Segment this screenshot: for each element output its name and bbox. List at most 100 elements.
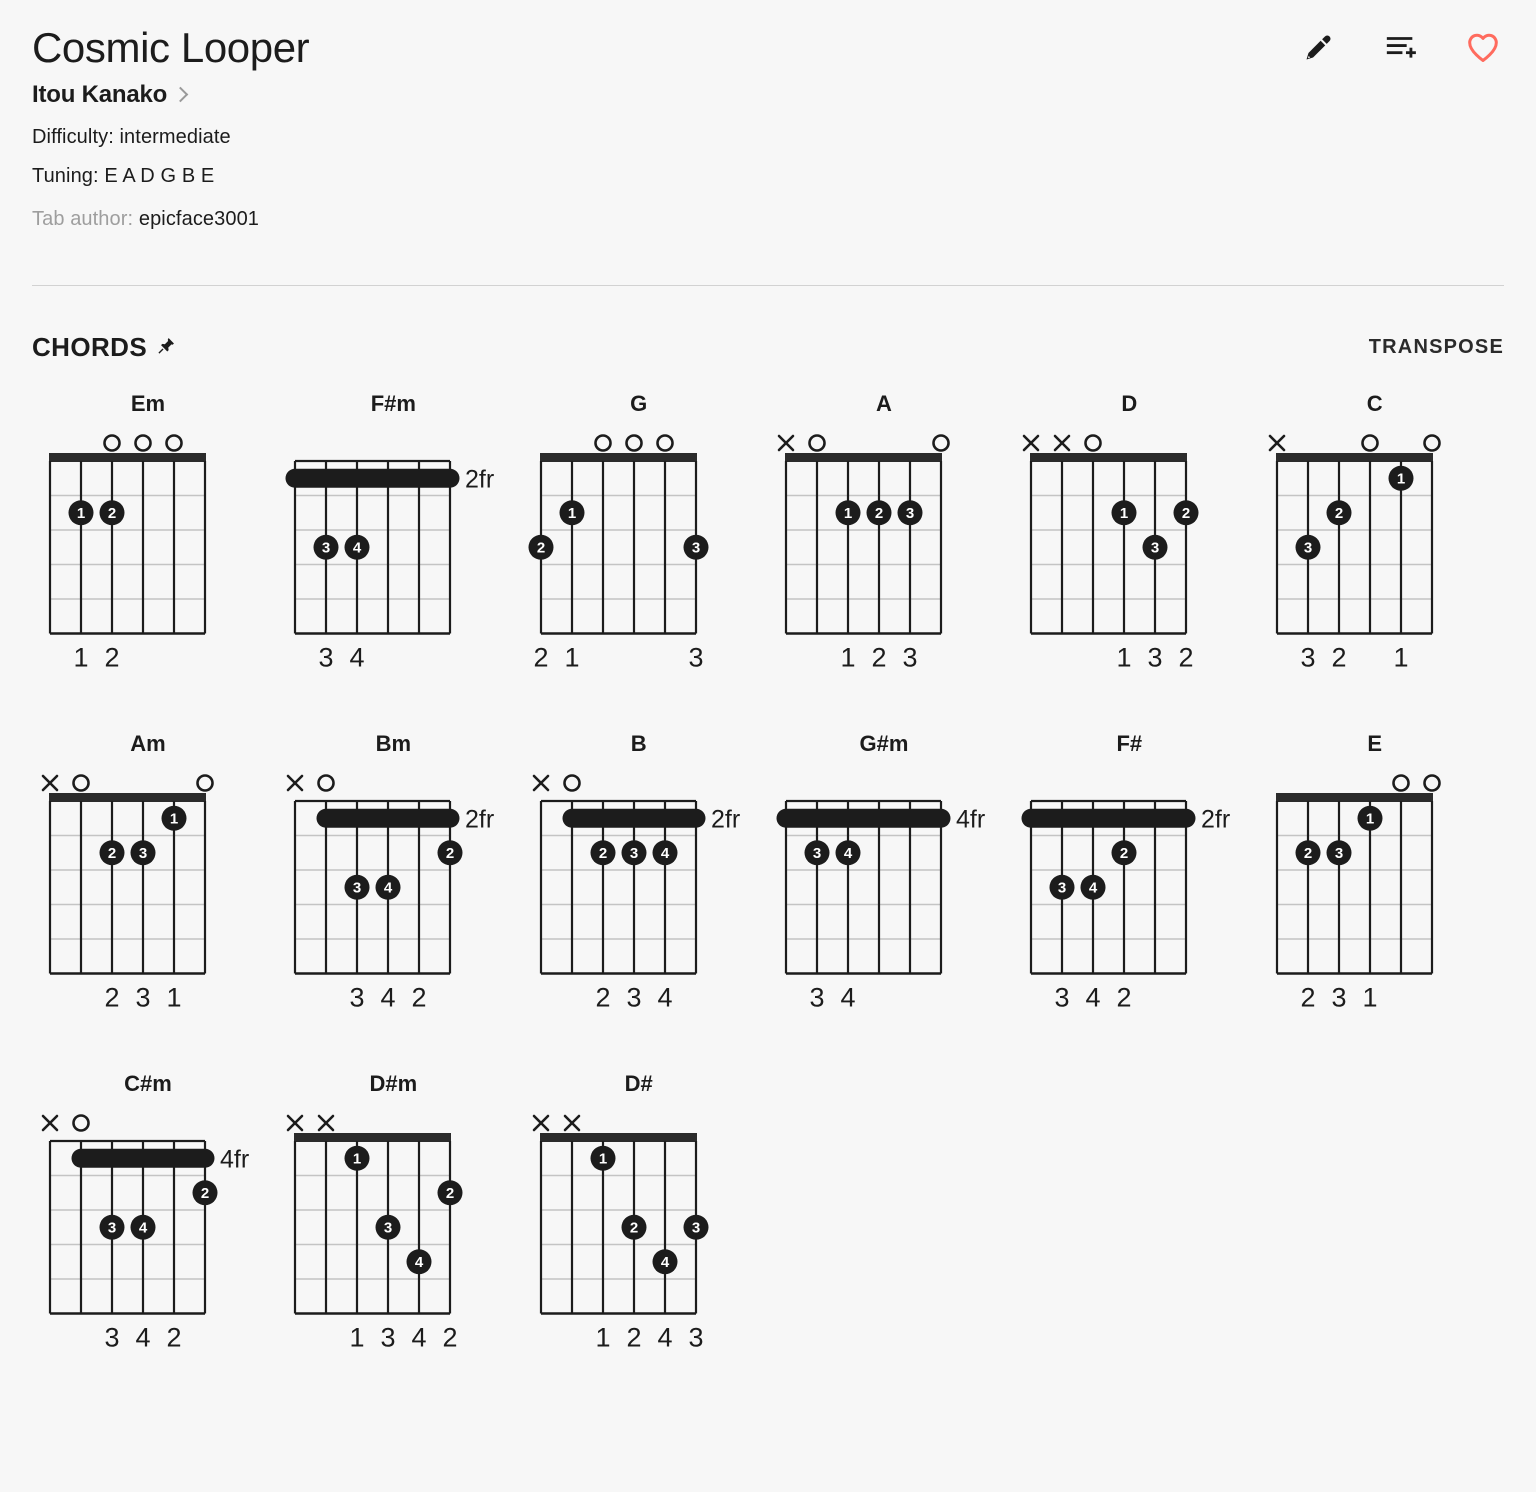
chord-name: A [876,391,892,417]
chord-diagram-fsharp[interactable]: F# 2 3 4 2fr 3 4 2 [1013,729,1258,1069]
chord-name: D# [624,1071,653,1097]
finger-number: 3 [1334,845,1342,862]
finger-dot: 2 [590,840,616,866]
chord-diagram-c[interactable]: C123321 [1259,389,1504,729]
fingering-label: 3 [626,983,641,1013]
finger-number: 2 [629,1220,637,1237]
fingering-label: 2 [104,983,119,1013]
chord-diagram-fsharpm[interactable]: F#m 3 4 2fr 3 4 [277,389,522,729]
finger-number: 3 [1303,540,1311,557]
finger-dot: 2 [99,500,125,526]
finger-dot: 2 [1326,500,1352,526]
chord-diagram-d[interactable]: D123132 [1013,389,1258,729]
chord-diagram-grid: Em 1 2 1 2 F#m 3 4 2fr 3 4 G 2 1 3 2 1 3 A 1 2 3 1 2 3 D 1 2 3 1 3 2 C 1 2… [32,389,1504,1409]
finger-dot: 4 [130,1214,156,1240]
fingering-label: 2 [443,1323,458,1353]
fretboard-svg: 2 3 42fr2 3 4 [532,774,740,1013]
finger-dot: 3 [621,840,647,866]
muted-string-marker [318,1114,335,1132]
finger-dot: 2 [99,840,125,866]
chord-diagram-gsharpm[interactable]: G#m 3 4 4fr 3 4 [768,729,1013,1069]
chord-diagram-e[interactable]: E123231 [1259,729,1504,1069]
artist-name: Itou Kanako [32,81,168,109]
fingering-label: 3 [688,1323,703,1353]
fingering-label: 4 [412,1323,427,1353]
chord-name: G [630,391,648,417]
finger-number: 3 [1058,880,1066,897]
fingering-label: 1 [166,983,181,1013]
finger-number: 3 [813,845,821,862]
finger-number: 2 [536,540,544,557]
fingering-label: 1 [840,643,855,673]
fingering-label: 1 [595,1323,610,1353]
fingering-label: 3 [1055,983,1070,1013]
open-string-marker [103,434,121,452]
tab-author-value[interactable]: epicface3001 [139,208,259,230]
nut [539,1133,697,1143]
fretboard-svg: 1 21 2 [48,434,207,673]
finger-dot: 3 [1049,874,1075,900]
fingering-label: 2 [104,643,119,673]
muted-string-marker [1054,434,1071,452]
fingering-label: 3 [1148,643,1163,673]
edit-button[interactable] [1298,26,1340,68]
chord-name: Am [130,731,166,757]
fretboard-svg: 3 42fr3 4 [285,459,495,673]
fretboard: 3 4 2fr 3 4 [283,419,503,709]
fingering-label: 2 [412,983,427,1013]
fretboard-svg: 12 341 2 4 3 [532,1114,709,1353]
finger-dot: 1 [68,500,94,526]
finger-number: 1 [1365,811,1373,828]
chord-diagram-em[interactable]: Em 1 2 1 2 [32,389,277,729]
finger-number: 1 [844,505,852,522]
fretboard: 2 3 4 2fr 3 4 2 [283,759,503,1049]
fretboard-svg: 23 42fr3 4 2 [287,774,495,1013]
finger-dot: 2 [528,534,554,560]
fingering-label: 3 [135,983,150,1013]
finger-dot: 1 [344,1145,370,1171]
finger-number: 1 [170,811,178,828]
artist-link[interactable]: Itou Kanako [32,81,1504,109]
song-header: Cosmic Looper Itou Kanako Difficulty: in… [32,0,1504,231]
chord-name: E [1367,731,1382,757]
fret-position-label: 2fr [465,465,494,493]
fingering-label: 4 [350,643,365,673]
fretboard-svg: 23 42fr3 4 2 [1021,799,1231,1013]
transpose-button[interactable]: TRANSPOSE [1369,336,1504,359]
fretboard: 123231 [1265,759,1485,1049]
finger-number: 3 [1151,540,1159,557]
finger-number: 4 [384,880,393,897]
nut [1275,793,1433,803]
fingering-label: 4 [657,1323,672,1353]
chord-diagram-csharpm[interactable]: C#m 2 3 4 4fr 3 4 2 [32,1069,277,1409]
finger-dot: 2 [1173,500,1199,526]
fretboard: 123231 [38,759,258,1049]
open-string-marker [932,434,950,452]
fretboard-svg: 12341 3 4 2 [287,1114,463,1353]
finger-number: 1 [598,1151,606,1168]
chord-diagram-am[interactable]: Am 1 2 3 2 3 1 [32,729,277,1069]
fingering-label: 2 [1117,983,1132,1013]
fret-position-label: 4fr [220,1145,249,1173]
fretboard-svg: 12 32 3 1 [1275,774,1441,1013]
finger-number: 2 [201,1185,209,1202]
chord-diagram-dsharpm[interactable]: D#m 1 2 3 4 1 3 4 2 [277,1069,522,1409]
finger-dot: 3 [1295,534,1321,560]
finger-number: 4 [353,540,362,557]
chord-diagram-a[interactable]: A123123 [768,389,1013,729]
fretboard-svg: 12 32 3 1 [41,774,214,1013]
fingering-label: 3 [1331,983,1346,1013]
chord-diagram-bm[interactable]: Bm 2 3 4 2fr 3 4 2 [277,729,522,1069]
finger-number: 3 [384,1220,392,1237]
pin-button[interactable] [157,336,176,360]
chord-name: G#m [859,731,909,757]
chord-diagram-g[interactable]: G213213 [523,389,768,729]
chord-diagram-dsharp[interactable]: D# 1 2 3 4 1 2 4 3 [523,1069,768,1409]
favorite-button[interactable] [1462,26,1504,68]
add-to-playlist-button[interactable] [1380,26,1422,68]
fretboard: 213213 [528,419,749,709]
fretboard-svg: 23 44fr3 4 2 [41,1114,249,1353]
finger-number: 2 [446,1185,454,1202]
finger-number: 2 [108,845,116,862]
chord-diagram-b[interactable]: B 2 3 4 2fr 2 3 4 [523,729,768,1069]
